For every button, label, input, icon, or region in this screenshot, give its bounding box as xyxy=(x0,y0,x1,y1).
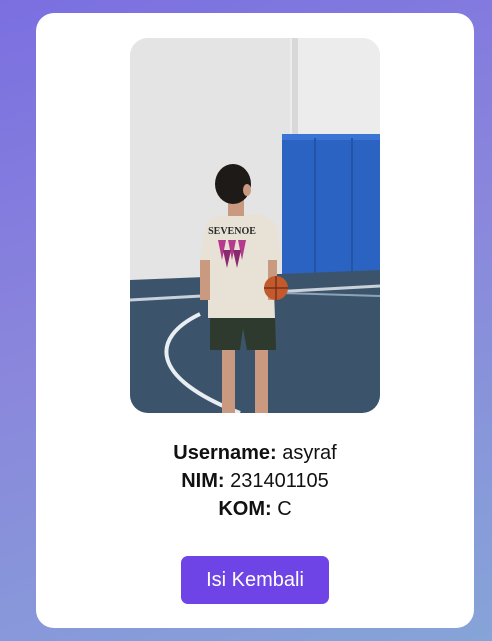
nim-label: NIM: xyxy=(181,470,225,492)
profile-photo: SEVENOE xyxy=(130,38,380,413)
nim-value: 231401105 xyxy=(230,470,329,492)
refill-button[interactable]: Isi Kembali xyxy=(181,556,329,604)
nim-row: NIM: 231401105 xyxy=(36,467,474,495)
kom-value: C xyxy=(277,498,292,520)
username-row: Username: asyraf xyxy=(36,439,474,467)
svg-text:SEVENOE: SEVENOE xyxy=(208,226,256,237)
kom-row: KOM: C xyxy=(36,495,474,523)
kom-label: KOM: xyxy=(218,498,272,520)
username-label: Username: xyxy=(173,442,277,464)
username-value: asyraf xyxy=(282,442,337,464)
profile-info: Username: asyraf NIM: 231401105 KOM: C xyxy=(36,439,474,523)
profile-photo-image: SEVENOE xyxy=(130,38,380,413)
profile-card: SEVENOE Username: asyraf NIM: 231401105 xyxy=(36,13,474,628)
